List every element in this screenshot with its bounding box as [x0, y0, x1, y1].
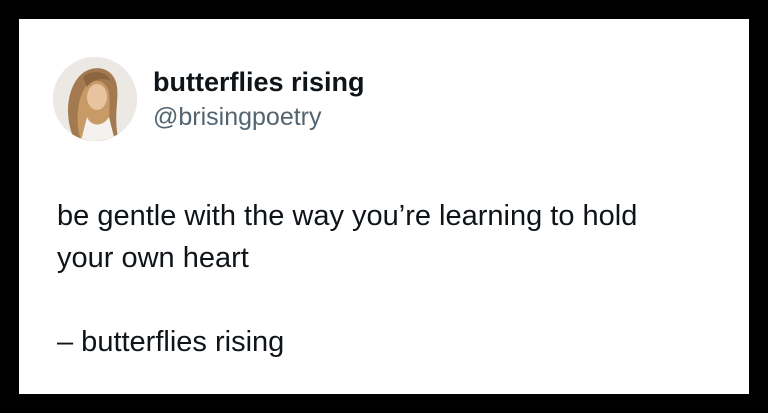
post-line-2: your own heart — [57, 242, 249, 274]
post-card: butterflies rising @brisingpoetry be gen… — [19, 19, 749, 394]
user-handle[interactable]: @brisingpoetry — [153, 103, 322, 132]
post-signature: – butterflies rising — [57, 326, 285, 358]
post-line-1: be gentle with the way you’re learning t… — [57, 200, 638, 232]
avatar-photo-icon — [53, 57, 137, 141]
display-name[interactable]: butterflies rising — [153, 67, 365, 98]
post-text: be gentle with the way you’re learning t… — [57, 195, 737, 363]
avatar[interactable] — [53, 57, 137, 141]
